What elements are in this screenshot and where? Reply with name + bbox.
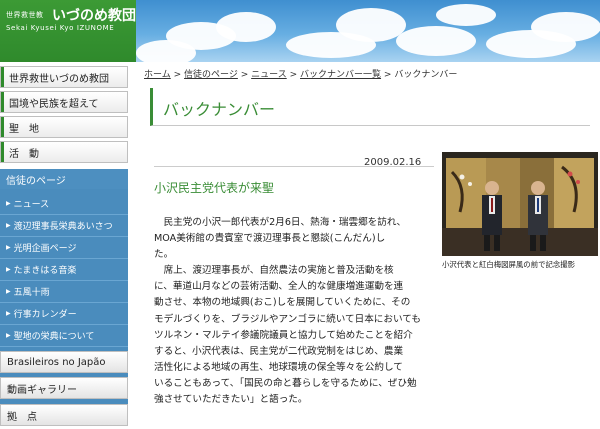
- sidebar-item-brasileiros[interactable]: Brasileiros no Japão: [0, 351, 128, 373]
- sidebar-item-label: 国境や民族を超えて: [9, 98, 99, 110]
- sidebar-sub-list: ▶ ニュース ▶ 渡辺理事長栄典あいさつ ▶ 光明企画ページ ▶ たまきはる音楽…: [0, 189, 128, 413]
- sidebar-sub-item-label: 聖地の栄典について: [13, 332, 95, 342]
- sidebar-item-activities[interactable]: 活 動: [0, 141, 128, 163]
- cloud-shape: [336, 8, 406, 42]
- nav-accent-bar: [1, 67, 4, 87]
- logo-small-text: 世界救世教: [6, 11, 44, 19]
- cloud-shape: [396, 26, 476, 56]
- sidebar-item-video[interactable]: 動画ギャラリー: [0, 377, 128, 399]
- article-line: 活性化による地域の再生、地球環境の保全等々を公約して: [154, 361, 403, 373]
- sidebar-sub-item-news[interactable]: ▶ ニュース: [0, 193, 128, 215]
- triangle-right-icon: ▶: [6, 200, 11, 207]
- sidebar-item-holy-ground[interactable]: 聖 地: [0, 116, 128, 138]
- cloud-shape: [436, 4, 496, 26]
- logo-roman-text: Sekai Kyusei Kyo IZUNOME: [6, 24, 115, 32]
- breadcrumb-link-home[interactable]: ホーム: [144, 70, 171, 80]
- sidebar-sub-item-label: 行事カレンダー: [13, 310, 77, 320]
- article-line: いることもあって、「国民の命と暮らしを守るために、ぜひ勉: [154, 377, 417, 389]
- article-photo: [442, 152, 598, 256]
- sidebar-item-label: Brasileiros no Japão: [7, 356, 106, 368]
- article-line: モデルづくりを、ブラジルやアンゴラに続いて日本においても: [154, 313, 421, 325]
- article-line: ツルネン・マルテイ参議院議員と協力して始めたことを紹介: [154, 329, 413, 341]
- sidebar-item-label: 世界救世いづのめ教団: [9, 73, 109, 85]
- sidebar-section-members[interactable]: 信徒のページ: [0, 169, 128, 189]
- sidebar-sub-item-label: 渡辺理事長栄典あいさつ: [13, 222, 113, 232]
- sidebar-sub-item-label: 光明企画ページ: [13, 244, 77, 254]
- header-sky-banner: [136, 0, 600, 62]
- triangle-right-icon: ▶: [6, 244, 11, 251]
- sidebar-sub-item-holy-land[interactable]: ▶ 聖地の栄典について: [0, 325, 128, 347]
- article-line: 民主党の小沢一郎代表が2月6日、熱海・瑞雲郷を訪れ、: [154, 217, 407, 228]
- sidebar-item-label: 動画ギャラリー: [7, 384, 77, 396]
- triangle-right-icon: ▶: [6, 332, 11, 339]
- sidebar-item-bases[interactable]: 拠 点: [0, 404, 128, 426]
- article-body: 民主党の小沢一郎代表が2月6日、熱海・瑞雲郷を訪れ、 MOA美術館の貴賓室で渡辺…: [154, 215, 436, 408]
- article-divider: [154, 166, 434, 167]
- article-line: すると、小沢代表は、民主党が二代政党制をはじめ、農業: [154, 345, 404, 357]
- logo-title: いづのめ教団: [52, 8, 136, 24]
- sidebar-sub-item-calendar[interactable]: ▶ 行事カレンダー: [0, 303, 128, 325]
- triangle-right-icon: ▶: [6, 288, 11, 295]
- article-title: 小沢民主党代表が来聖: [154, 181, 275, 195]
- sidebar-sub-item-gofu[interactable]: ▶ 五風十雨: [0, 281, 128, 303]
- article-line: 動させ、本物の地域興(おこ)しを展開していくために、その: [154, 297, 411, 309]
- breadcrumb-separator: >: [240, 70, 249, 80]
- breadcrumb-link-members[interactable]: 信徒のページ: [184, 70, 238, 80]
- sidebar-sub-item-komyo[interactable]: ▶ 光明企画ページ: [0, 237, 128, 259]
- article-line: た。: [154, 249, 174, 261]
- triangle-right-icon: ▶: [6, 266, 11, 273]
- article-photo-image: [442, 152, 598, 256]
- site-logo[interactable]: 世界救世教 いづのめ教団 Sekai Kyusei Kyo IZUNOME: [0, 0, 136, 62]
- sidebar-item-label: 拠 点: [7, 411, 37, 423]
- page-title: バックナンバー: [163, 100, 276, 119]
- breadcrumb-link-news[interactable]: ニュース: [251, 70, 287, 80]
- breadcrumb-current: バックナンバー: [394, 70, 458, 80]
- breadcrumb: ホーム > 信徒のページ > ニュース > バックナンバー一覧 > バックナンバ…: [144, 67, 457, 80]
- sidebar-sub-item-label: 五風十雨: [13, 288, 50, 298]
- article-line: 強させていただきたい」と語った。: [154, 394, 308, 406]
- sidebar: 世界救世いづのめ教団 国境や民族を超えて 聖 地 活 動 信徒のページ ▶ ニュ…: [0, 62, 128, 429]
- sidebar-sub-item-greeting[interactable]: ▶ 渡辺理事長栄典あいさつ: [0, 215, 128, 237]
- triangle-right-icon: ▶: [6, 310, 11, 317]
- sidebar-sub-item-music[interactable]: ▶ たまきはる音楽: [0, 259, 128, 281]
- photo-caption: 小沢代表と紅白梅図屏風の前で記念撮影: [442, 260, 576, 269]
- article-line: に、華道山月などの芸術活動、全人的な健康増進運動を連: [154, 281, 404, 293]
- article-line: MOA美術館の貴賓室で渡辺理事長と懇談(こんだん)し: [154, 233, 386, 245]
- main-content: ホーム > 信徒のページ > ニュース > バックナンバー一覧 > バックナンバ…: [136, 62, 600, 429]
- breadcrumb-link-backnumber-list[interactable]: バックナンバー一覧: [300, 70, 381, 80]
- sidebar-sub-item-label: たまきはる音楽: [13, 266, 77, 276]
- site-header: 世界救世教 いづのめ教団 Sekai Kyusei Kyo IZUNOME: [0, 0, 600, 62]
- sidebar-section-label: 信徒のページ: [6, 175, 66, 187]
- cloud-shape: [136, 40, 196, 62]
- article-line: 席上、渡辺理事長が、自然農法の実施と普及活動を核: [154, 265, 394, 277]
- breadcrumb-separator: >: [383, 70, 392, 80]
- sidebar-item-label: 聖 地: [9, 123, 39, 135]
- cloud-shape: [531, 12, 600, 42]
- sidebar-item-home[interactable]: 世界救世いづのめ教団: [0, 66, 128, 88]
- nav-accent-bar: [1, 142, 4, 162]
- sidebar-sub-item-label: ニュース: [13, 200, 50, 210]
- nav-accent-bar: [1, 117, 4, 137]
- page-title-box: バックナンバー: [150, 88, 590, 126]
- cloud-shape: [216, 12, 276, 42]
- nav-accent-bar: [1, 92, 4, 112]
- breadcrumb-separator: >: [289, 70, 298, 80]
- sidebar-item-beyond-borders[interactable]: 国境や民族を超えて: [0, 91, 128, 113]
- triangle-right-icon: ▶: [6, 222, 11, 229]
- breadcrumb-separator: >: [173, 70, 182, 80]
- sidebar-item-label: 活 動: [9, 148, 39, 160]
